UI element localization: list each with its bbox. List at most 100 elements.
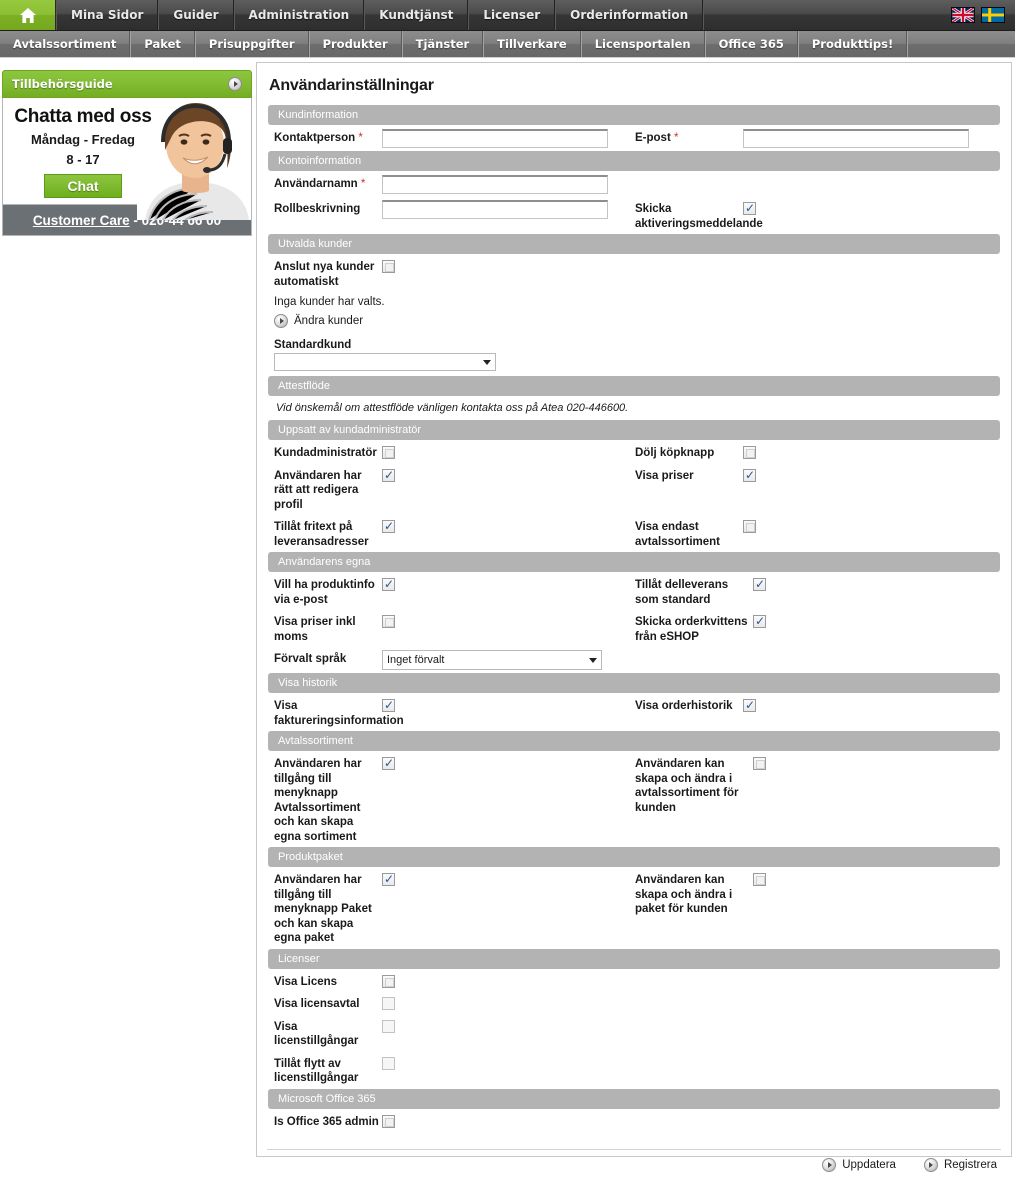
- subnav-item-tjanster[interactable]: Tjänster: [401, 31, 484, 57]
- checkbox-kundadministrator[interactable]: [382, 446, 395, 459]
- checkbox-delleverans-standard[interactable]: [753, 577, 766, 591]
- top-navigation-bar: Mina Sidor Guider Administration Kundtjä…: [0, 0, 1015, 31]
- tillbehorsguide-label: Tillbehörsguide: [12, 77, 113, 91]
- cell-produktinfo-epost: Vill ha produktinfo via e-post: [268, 576, 635, 607]
- checkbox-visa-licenstillgangar[interactable]: [382, 1019, 395, 1033]
- checkbox-skapa-andra-avtalssortiment[interactable]: [753, 757, 766, 770]
- epost-input[interactable]: [743, 129, 969, 148]
- cell-epost: E-post *: [635, 129, 995, 148]
- forvalt-sprak-select[interactable]: Inget förvalt: [382, 650, 602, 670]
- subnav-item-office-365[interactable]: Office 365: [704, 31, 798, 57]
- cell-anvandarnamn: Användarnamn *: [268, 175, 635, 194]
- nav-item-orderinformation[interactable]: Orderinformation: [555, 0, 704, 30]
- label-kundadministrator: Kundadministratör: [274, 447, 377, 459]
- subnav-item-avtalssortiment[interactable]: Avtalssortiment: [0, 31, 131, 57]
- section-header-produktpaket: Produktpaket: [268, 847, 1000, 867]
- checkbox-tillat-flytt-licenstillgangar[interactable]: [382, 1056, 395, 1070]
- checkbox-skapa-andra-paket[interactable]: [753, 873, 766, 886]
- cell-skicka-aktiveringsmeddelande: Skicka aktiveringsmeddelande: [635, 200, 995, 231]
- row-kontaktperson-epost: Kontaktperson * E-post *: [268, 126, 1000, 151]
- nav-item-licenser[interactable]: Licenser: [468, 0, 556, 30]
- standardkund-select[interactable]: [274, 353, 496, 371]
- nav-item-kundtjanst[interactable]: Kundtjänst: [364, 0, 469, 30]
- chevron-down-icon: [483, 359, 491, 365]
- section-header-anvandarens-egna: Användarens egna: [268, 552, 1000, 572]
- forvalt-sprak-value: Inget förvalt: [387, 654, 445, 666]
- cell-visa-priser: Visa priser: [635, 467, 995, 513]
- user-settings-form: Kundinformation Kontaktperson * E-post *…: [257, 105, 1011, 1137]
- label-kontaktperson-text: Kontaktperson: [274, 132, 356, 144]
- section-header-utvalda-kunder: Utvalda kunder: [268, 234, 1000, 254]
- checkbox-tillgang-avtalssortiment[interactable]: [382, 756, 395, 770]
- checkbox-produktinfo-epost[interactable]: [382, 577, 395, 591]
- chat-button[interactable]: Chat: [44, 174, 122, 198]
- tillbehorsguide-banner[interactable]: Tillbehörsguide: [2, 70, 252, 98]
- checkbox-dolj-kopknapp[interactable]: [743, 446, 756, 459]
- nav-item-guider[interactable]: Guider: [158, 0, 234, 30]
- arrow-right-circle-icon: [923, 1158, 938, 1172]
- checkbox-visa-orderhistorik[interactable]: [743, 698, 756, 712]
- label-visa-orderhistorik: Visa orderhistorik: [635, 700, 733, 712]
- registrera-button[interactable]: Registrera: [923, 1158, 997, 1172]
- label-rollbeskrivning: Rollbeskrivning: [274, 203, 361, 215]
- checkbox-faktureringsinformation[interactable]: [382, 698, 395, 712]
- label-dolj-kopknapp: Dölj köpknapp: [635, 447, 715, 459]
- row-visa-licens: Visa Licens: [268, 970, 1000, 993]
- checkbox-visa-licensavtal[interactable]: [382, 997, 395, 1010]
- checkbox-tillgang-paket[interactable]: [382, 872, 395, 886]
- section-header-visa-historik: Visa historik: [268, 673, 1000, 693]
- subnav-item-produkttips[interactable]: Produkttips!: [797, 31, 908, 57]
- label-visa-licensavtal: Visa licensavtal: [274, 998, 360, 1010]
- label-produktinfo-epost: Vill ha produktinfo via e-post: [274, 579, 375, 606]
- cell-delleverans-standard: Tillåt delleverans som standard: [635, 576, 995, 607]
- subnav-item-tillverkare[interactable]: Tillverkare: [483, 31, 581, 57]
- home-icon: [19, 7, 36, 23]
- checkbox-skicka-aktiveringsmeddelande[interactable]: [743, 201, 756, 215]
- label-epost: E-post *: [635, 129, 743, 146]
- label-skapa-andra-paket: Användaren kan skapa och ändra i paket f…: [635, 874, 733, 915]
- bottom-spacer: [268, 1132, 1000, 1137]
- checkbox-visa-licens[interactable]: [382, 974, 395, 988]
- link-andra-kunder[interactable]: Ändra kunder: [268, 310, 1000, 334]
- subnav-item-licensportalen[interactable]: Licensportalen: [580, 31, 705, 57]
- checkbox-priser-inkl-moms[interactable]: [382, 615, 395, 628]
- label-visa-endast-avtalssortiment: Visa endast avtalssortiment: [635, 521, 721, 548]
- checkbox-is-office-365-admin[interactable]: [382, 1114, 395, 1128]
- checkbox-orderkvittens-eshop[interactable]: [753, 614, 766, 628]
- cell-dolj-kopknapp: Dölj köpknapp: [635, 444, 995, 461]
- chat-promo-card: Chatta med oss Måndag - Fredag 8 - 17 Ch…: [2, 98, 252, 236]
- uppdatera-button[interactable]: Uppdatera: [822, 1158, 896, 1172]
- cell-orderkvittens-eshop: Skicka orderkvittens från eSHOP: [635, 613, 995, 644]
- checkbox-visa-endast-avtalssortiment[interactable]: [743, 520, 756, 533]
- kontaktperson-input[interactable]: [382, 129, 608, 148]
- cell-empty: [635, 175, 995, 194]
- uk-flag-icon[interactable]: [951, 7, 975, 23]
- se-flag-icon[interactable]: [981, 7, 1005, 23]
- subnav-spacer: [907, 31, 1015, 57]
- nav-item-administration[interactable]: Administration: [233, 0, 365, 30]
- required-asterisk: *: [673, 132, 679, 144]
- section-header-uppsatt-av-kundadministrator: Uppsatt av kundadministratör: [268, 420, 1000, 440]
- row-kundadministrator: Kundadministratör Dölj köpknapp: [268, 441, 1000, 464]
- cell-fritext-leveransadresser: Tillåt fritext på leveransadresser: [268, 518, 635, 549]
- nav-item-mina-sidor[interactable]: Mina Sidor: [56, 0, 159, 30]
- language-flags: [951, 0, 1015, 30]
- home-button[interactable]: [0, 0, 56, 30]
- checkbox-fritext-leveransadresser[interactable]: [382, 519, 395, 533]
- checkbox-anslut-nya-kunder[interactable]: [382, 260, 395, 273]
- label-epost-text: E-post: [635, 132, 671, 144]
- rollbeskrivning-input[interactable]: [382, 200, 608, 219]
- label-priser-inkl-moms: Visa priser inkl moms: [274, 616, 356, 643]
- cell-empty: [635, 650, 995, 670]
- subnav-item-paket[interactable]: Paket: [130, 31, 195, 57]
- checkbox-redigera-profil[interactable]: [382, 468, 395, 482]
- customer-care-link[interactable]: Customer Care: [33, 213, 130, 228]
- subnav-item-prisuppgifter[interactable]: Prisuppgifter: [194, 31, 309, 57]
- anvandarnamn-input[interactable]: [382, 175, 608, 194]
- required-asterisk: *: [358, 132, 363, 144]
- label-tillgang-avtalssortiment: Användaren har tillgång till menyknapp A…: [274, 758, 362, 843]
- subnav-item-produkter[interactable]: Produkter: [308, 31, 402, 57]
- row-is-office-365-admin: Is Office 365 admin: [268, 1110, 1000, 1133]
- section-header-attestflode: Attestflöde: [268, 376, 1000, 396]
- checkbox-visa-priser[interactable]: [743, 468, 756, 482]
